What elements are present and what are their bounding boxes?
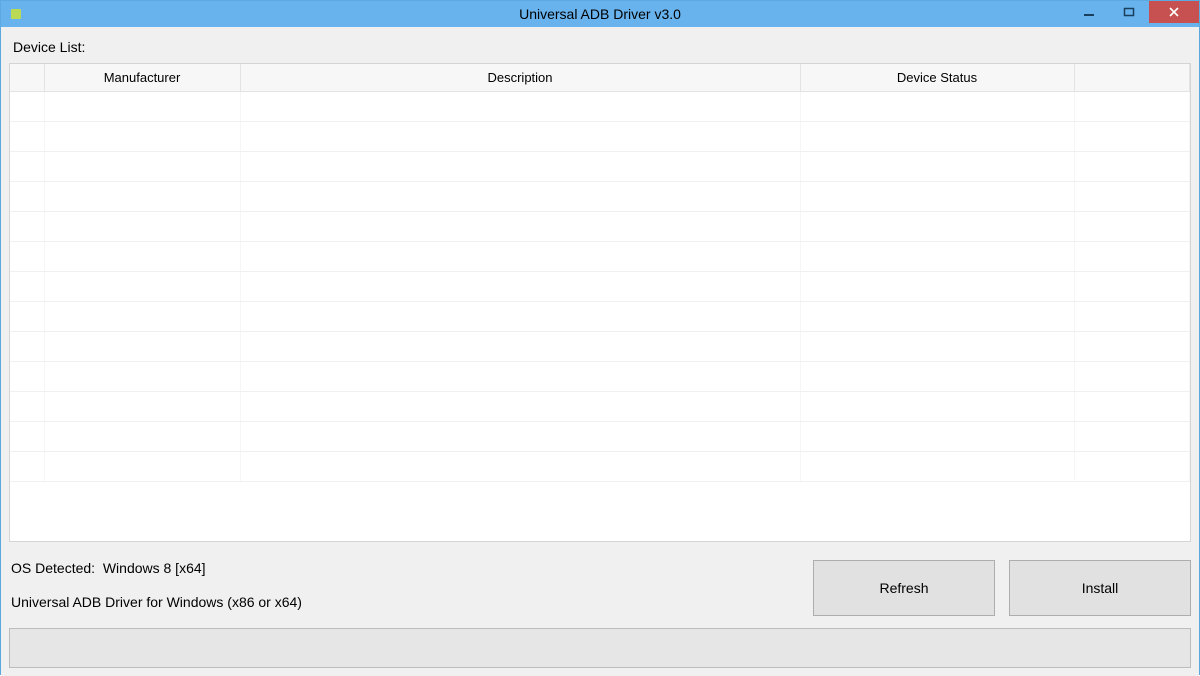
- progress-bar: [9, 628, 1191, 668]
- table-row[interactable]: [10, 332, 1190, 362]
- table-row[interactable]: [10, 422, 1190, 452]
- window-title: Universal ADB Driver v3.0: [1, 6, 1199, 22]
- status-text-group: OS Detected: Windows 8 [x64] Universal A…: [9, 560, 813, 616]
- table-row[interactable]: [10, 92, 1190, 122]
- col-header-blank-left[interactable]: [10, 64, 44, 92]
- action-buttons: Refresh Install: [813, 560, 1191, 616]
- col-header-status[interactable]: Device Status: [800, 64, 1074, 92]
- table-row[interactable]: [10, 242, 1190, 272]
- device-list-label: Device List:: [13, 39, 1185, 55]
- close-button[interactable]: [1149, 1, 1199, 23]
- table-row[interactable]: [10, 362, 1190, 392]
- install-button[interactable]: Install: [1009, 560, 1191, 616]
- minimize-icon: [1083, 6, 1095, 18]
- table-row[interactable]: [10, 302, 1190, 332]
- table-row[interactable]: [10, 212, 1190, 242]
- table-row[interactable]: [10, 452, 1190, 482]
- col-header-blank-right[interactable]: [1074, 64, 1190, 92]
- driver-description: Universal ADB Driver for Windows (x86 or…: [11, 594, 813, 610]
- table-row[interactable]: [10, 392, 1190, 422]
- table-header-row: Manufacturer Description Device Status: [10, 64, 1190, 92]
- bottom-panel: OS Detected: Windows 8 [x64] Universal A…: [9, 542, 1191, 616]
- os-detected-value: Windows 8 [x64]: [103, 560, 206, 576]
- maximize-icon: [1123, 6, 1135, 18]
- main-panel: Device List: Manufacturer Des: [9, 35, 1191, 668]
- close-icon: [1168, 6, 1180, 18]
- table-row[interactable]: [10, 182, 1190, 212]
- window-controls: [1069, 1, 1199, 23]
- table-row[interactable]: [10, 272, 1190, 302]
- os-detected-line: OS Detected: Windows 8 [x64]: [11, 560, 813, 576]
- maximize-button[interactable]: [1109, 1, 1149, 23]
- app-window: Universal ADB Driver v3.0 Devic: [0, 0, 1200, 675]
- minimize-button[interactable]: [1069, 1, 1109, 23]
- device-table[interactable]: Manufacturer Description Device Status: [10, 64, 1190, 482]
- client-area: Device List: Manufacturer Des: [1, 27, 1199, 676]
- refresh-button[interactable]: Refresh: [813, 560, 995, 616]
- col-header-description[interactable]: Description: [240, 64, 800, 92]
- titlebar[interactable]: Universal ADB Driver v3.0: [1, 1, 1199, 27]
- col-header-manufacturer[interactable]: Manufacturer: [44, 64, 240, 92]
- app-icon: [11, 9, 21, 19]
- table-row[interactable]: [10, 122, 1190, 152]
- table-body: [10, 92, 1190, 482]
- table-row[interactable]: [10, 152, 1190, 182]
- device-table-container: Manufacturer Description Device Status: [9, 63, 1191, 542]
- os-detected-label: OS Detected:: [11, 560, 95, 576]
